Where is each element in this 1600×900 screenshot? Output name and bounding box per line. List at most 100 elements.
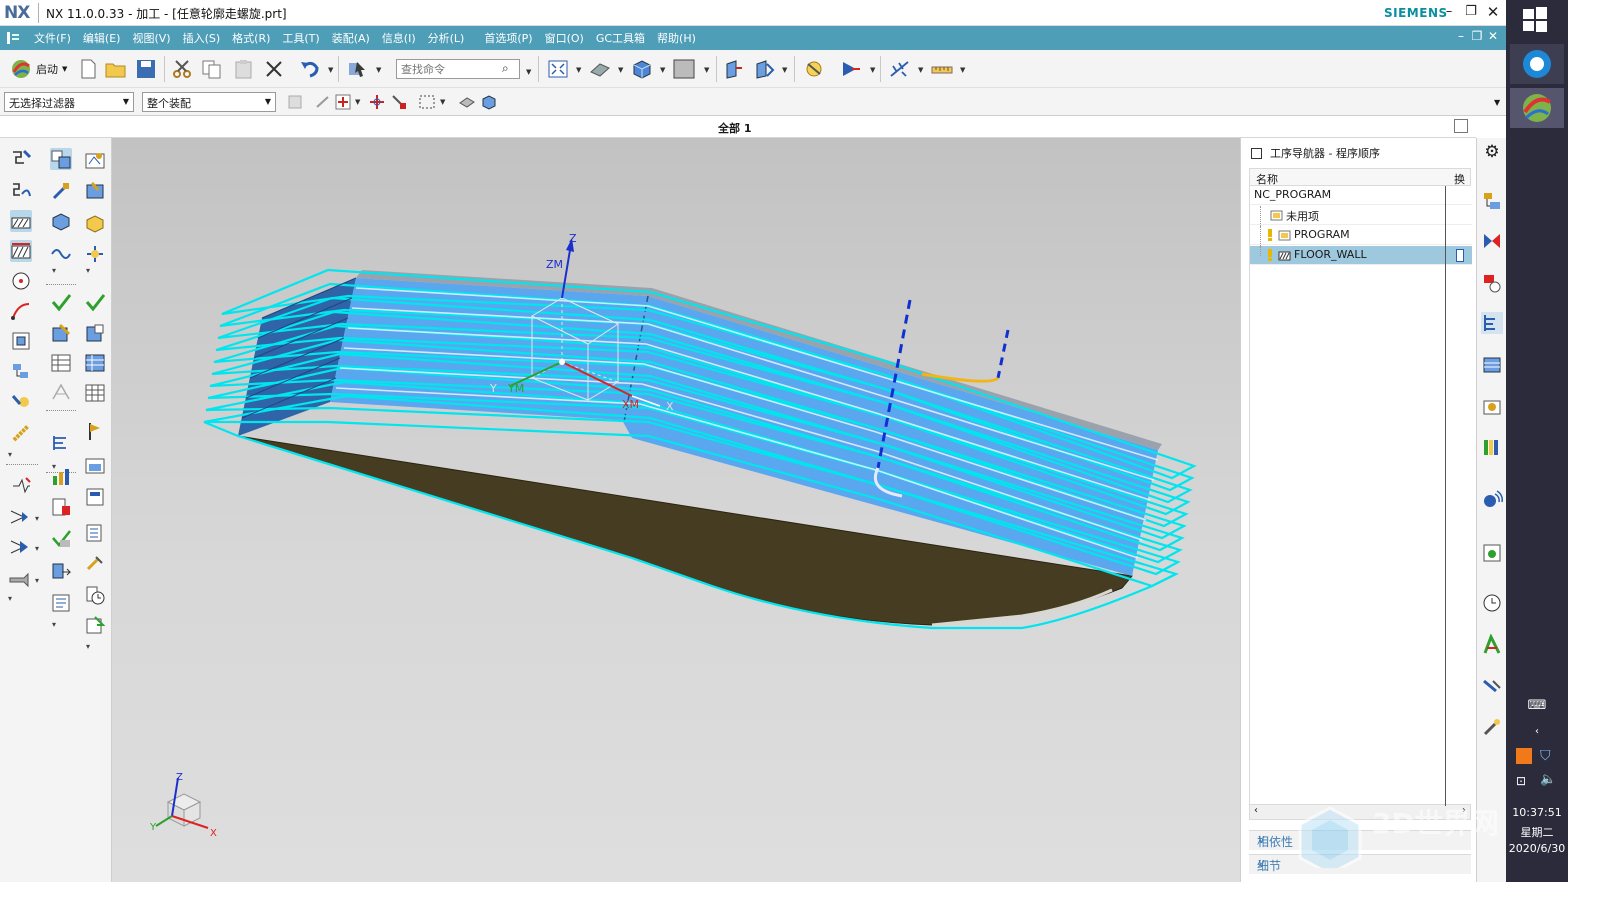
create-method-icon[interactable] <box>50 240 72 262</box>
object-table-icon[interactable] <box>50 352 72 374</box>
method-view-icon[interactable] <box>84 242 106 264</box>
selection-tools-dropdown-icon[interactable]: ▼ <box>376 66 381 74</box>
mill-user-icon[interactable] <box>10 390 32 412</box>
hd3d-tools-icon[interactable] <box>1481 488 1503 510</box>
doc-restore-icon[interactable]: ❐ <box>1470 29 1484 43</box>
select-body-icon[interactable] <box>480 93 498 111</box>
scroll-right-icon[interactable]: › <box>1462 805 1466 816</box>
machine-tool-view-icon[interactable] <box>84 180 106 202</box>
cam-report-icon[interactable] <box>50 592 72 614</box>
volume-icon[interactable]: 🔈 <box>1540 772 1556 787</box>
copy-icon[interactable] <box>200 58 224 80</box>
simulation-dropdown-icon[interactable]: ▼ <box>870 66 875 74</box>
menu-insert[interactable]: 插入(S) <box>177 30 227 46</box>
show-hide-icon[interactable] <box>802 58 826 80</box>
snap-point-icon[interactable] <box>888 58 912 80</box>
operation-navigator-icon[interactable] <box>84 150 106 172</box>
selection-scope-select[interactable]: 整个装配 ▼ <box>142 92 276 112</box>
system-materials-icon[interactable] <box>1481 633 1503 656</box>
transform-object-icon[interactable] <box>50 382 72 404</box>
object-properties-icon[interactable] <box>84 322 106 344</box>
render-style-dropdown-icon[interactable]: ▼ <box>618 66 623 74</box>
verify-path-icon[interactable] <box>8 536 30 558</box>
create-geometry-icon[interactable] <box>50 210 72 232</box>
column-name-header[interactable]: 名称 <box>1256 171 1278 187</box>
edit-object-icon[interactable] <box>50 322 72 344</box>
snap-intersection-icon[interactable] <box>368 93 386 111</box>
snap-point-dropdown-icon[interactable]: ▼ <box>918 66 923 74</box>
menu-view[interactable]: 视图(V) <box>126 30 176 46</box>
delete-icon[interactable] <box>262 58 286 80</box>
column-tool-change-header[interactable]: 换 <box>1454 171 1465 187</box>
toolbar-overflow-icon[interactable]: ▼ <box>1494 98 1500 107</box>
security-shield-icon[interactable]: ⛉ <box>1540 748 1551 764</box>
shop-doc-icon[interactable] <box>50 466 72 488</box>
dependencies-panel-header[interactable]: 相依性 ∨ <box>1249 830 1471 850</box>
search-icon[interactable]: ⌕ <box>502 61 509 76</box>
replay-path-icon[interactable] <box>8 506 30 528</box>
output-cls-icon[interactable] <box>50 496 72 518</box>
doc-minimize-icon[interactable]: – <box>1454 29 1468 43</box>
undo-icon[interactable] <box>298 58 322 80</box>
shaded-cube-icon[interactable] <box>630 58 654 80</box>
fit-view-icon[interactable] <box>546 58 570 80</box>
new-file-icon[interactable] <box>76 58 100 80</box>
start-button[interactable]: 启动 ▼ <box>10 57 67 81</box>
generate-check-icon[interactable] <box>50 292 72 314</box>
machining-feature-icon[interactable] <box>1481 396 1503 418</box>
model-view[interactable]: Z ZM Y YM XM X Z Y X <box>112 138 1240 882</box>
menu-toggle-icon[interactable] <box>6 30 20 46</box>
tree-row-floor-wall[interactable]: FLOOR_WALL <box>1250 246 1472 265</box>
verify-dropdown-icon[interactable]: ▾ <box>35 544 39 553</box>
details-panel-header[interactable]: 细节 ∨ <box>1249 854 1471 874</box>
table-grid-icon[interactable] <box>84 382 106 404</box>
create-tool-icon[interactable] <box>50 180 72 202</box>
more-ops-icon[interactable]: ▾ <box>8 450 12 459</box>
tray-expand-icon[interactable]: ‹ <box>1506 726 1568 737</box>
open-folder-icon[interactable] <box>104 58 128 80</box>
solid-profile-icon[interactable] <box>10 330 32 352</box>
restore-icon[interactable]: ❐ <box>1462 3 1480 21</box>
navigator-horizontal-scrollbar[interactable]: ‹ › <box>1249 804 1471 820</box>
menu-edit[interactable]: 编辑(E) <box>77 30 127 46</box>
edit-section-icon[interactable] <box>752 58 776 80</box>
snap-dropdown-icon[interactable]: ▼ <box>355 98 360 106</box>
menu-gc-toolkit[interactable]: GC工具箱 <box>590 30 651 46</box>
tool-path-list-icon[interactable] <box>50 432 72 454</box>
batch-process-icon[interactable] <box>50 528 72 550</box>
postprocess-icon[interactable] <box>8 568 30 590</box>
gear-icon[interactable]: ⚙ <box>1481 142 1503 164</box>
paste-icon[interactable] <box>232 58 256 80</box>
machine-tool-navigator-icon[interactable] <box>1481 354 1503 376</box>
view-triad[interactable] <box>155 777 209 829</box>
scroll-left-icon[interactable]: ‹ <box>1254 805 1258 816</box>
operation-navigator-tab-icon[interactable] <box>1481 312 1503 334</box>
windows-start-icon[interactable] <box>1522 6 1548 35</box>
planar-mill-icon[interactable] <box>10 148 32 170</box>
more-views-icon[interactable]: ▾ <box>86 266 90 275</box>
assembly-filter-icon[interactable] <box>286 93 304 111</box>
menu-information[interactable]: 信息(I) <box>376 30 422 46</box>
generate-all-icon[interactable] <box>84 292 106 314</box>
taskbar-nx-icon[interactable] <box>1510 88 1564 128</box>
pin-icon[interactable] <box>1251 147 1262 159</box>
constraint-navigator-icon[interactable] <box>1481 230 1503 252</box>
floor-wall-ipw-icon[interactable] <box>10 240 32 262</box>
more-tools-icon[interactable]: ▾ <box>86 642 90 651</box>
undo-dropdown-icon[interactable]: ▼ <box>328 66 333 74</box>
doc-close-icon[interactable]: ✕ <box>1486 29 1500 43</box>
measure-distance-icon[interactable] <box>930 58 954 80</box>
view-orient-dropdown-icon[interactable]: ▼ <box>576 66 581 74</box>
deselect-icon[interactable] <box>458 93 476 111</box>
box-select-icon[interactable] <box>418 93 436 111</box>
geometry-view-icon[interactable] <box>84 212 106 234</box>
snap-midpoint-icon[interactable] <box>334 93 352 111</box>
generate-path-icon[interactable] <box>10 474 32 496</box>
viewport-tab[interactable]: 全部 1 <box>718 120 751 136</box>
tool-wear-icon[interactable] <box>84 552 106 574</box>
render-style-icon[interactable] <box>588 58 612 80</box>
web-browser-icon[interactable] <box>1481 542 1503 564</box>
tree-row-unused-items[interactable]: 未用项 <box>1250 206 1472 226</box>
command-search-dropdown-icon[interactable]: ▼ <box>526 68 531 76</box>
cutter-icon[interactable] <box>84 420 106 442</box>
